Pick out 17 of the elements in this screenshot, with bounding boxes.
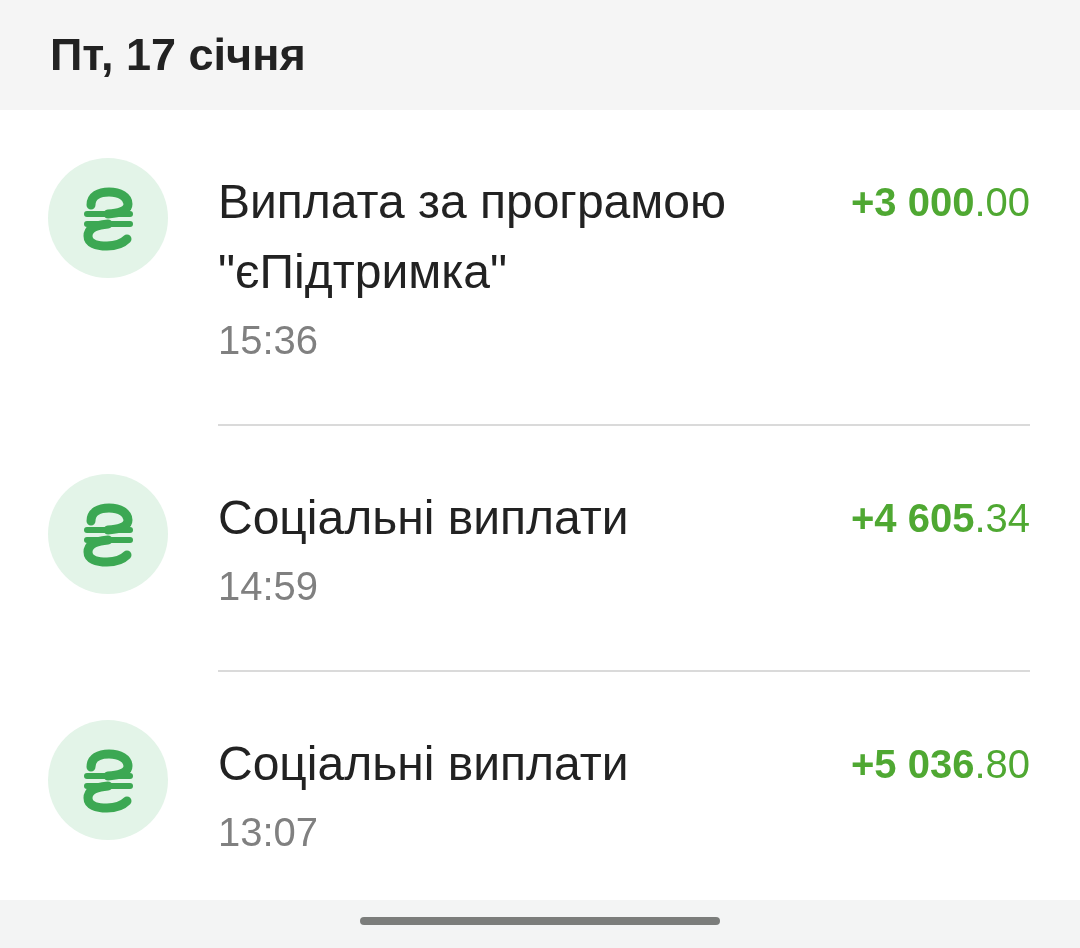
transaction-row[interactable]: Виплата за програмою "єПідтримка" 15:36 +3 000.00 [0, 110, 1080, 426]
transaction-amount: +5 036.80 [850, 741, 1030, 788]
transaction-row[interactable]: Соціальні виплати 14:59 +4 605.34 [0, 426, 1080, 672]
transaction-time: 13:07 [218, 809, 320, 856]
hryvnia-icon [48, 158, 168, 278]
transaction-time: 15:36 [218, 317, 320, 364]
transaction-amount: +3 000.00 [850, 179, 1030, 226]
transaction-time: 14:59 [218, 563, 320, 610]
hryvnia-icon [48, 720, 168, 840]
transaction-title: Соціальні виплати [218, 736, 630, 792]
transaction-amount: +4 605.34 [850, 495, 1030, 542]
transaction-row[interactable]: Соціальні виплати 13:07 +5 036.80 [0, 672, 1080, 885]
transaction-title: Соціальні виплати [218, 490, 630, 546]
transaction-title: Виплата за програмою "єПідтримка" [218, 174, 727, 300]
date-label: Пт, 17 січня [50, 28, 306, 82]
hryvnia-icon [48, 474, 168, 594]
home-indicator[interactable] [360, 917, 720, 925]
